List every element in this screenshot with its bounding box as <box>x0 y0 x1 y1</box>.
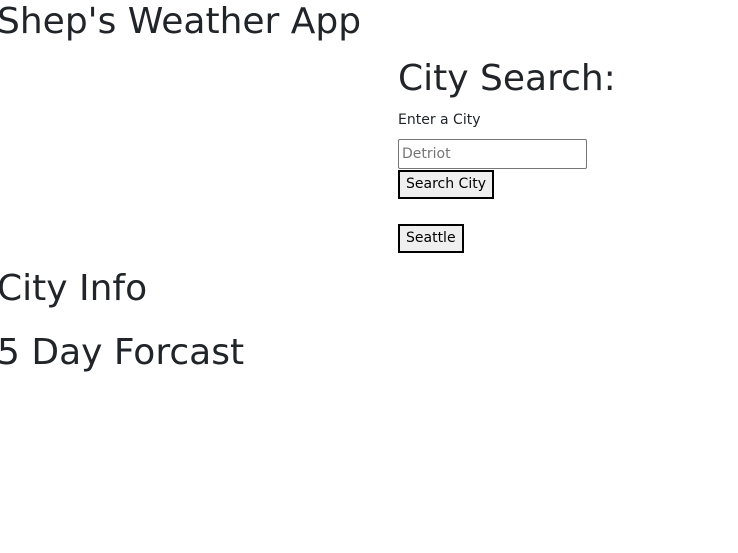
app-title: Shep's Weather App <box>0 1 362 42</box>
weather-app-page: Shep's Weather App City Search: Enter a … <box>0 0 738 553</box>
forecast-heading: 5 Day Forcast <box>0 332 245 373</box>
city-input-label: Enter a City <box>398 112 481 128</box>
search-city-button[interactable]: Search City <box>398 170 494 199</box>
history-city-button-seattle[interactable]: Seattle <box>398 224 464 253</box>
city-search-heading: City Search: <box>398 58 616 99</box>
city-search-input[interactable] <box>398 139 587 169</box>
search-history-list: Seattle <box>398 224 728 253</box>
city-info-heading: City Info <box>0 268 148 309</box>
city-search-panel: City Search: Enter a City Search City Se… <box>398 56 728 253</box>
